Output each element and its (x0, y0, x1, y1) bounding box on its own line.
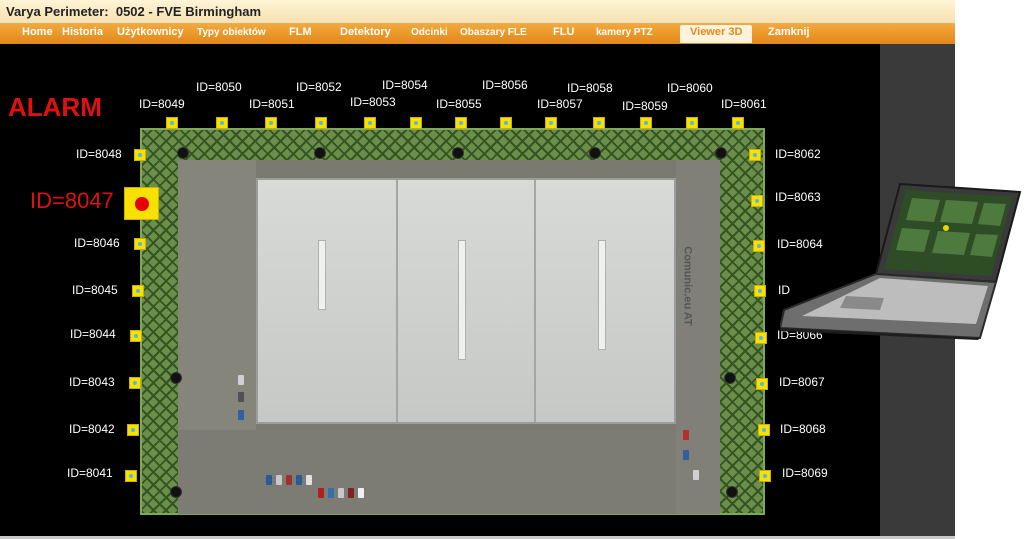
sensor-label-8042: ID=8042 (69, 422, 115, 436)
fence-post (726, 486, 738, 498)
sensor-label-8046: ID=8046 (74, 236, 120, 250)
sensor-label-8068: ID=8068 (780, 422, 826, 436)
sensor-8046[interactable] (134, 238, 146, 250)
sensor-label-8062: ID=8062 (775, 147, 821, 161)
fence-post (314, 147, 326, 159)
sensor-label-8050: ID=8050 (196, 80, 242, 94)
sensor-label-8056: ID=8056 (482, 78, 528, 92)
sensor-8048[interactable] (134, 149, 146, 161)
sensor-8061[interactable] (732, 117, 744, 129)
sensor-8051[interactable] (265, 117, 277, 129)
sensor-8064[interactable] (753, 240, 765, 252)
sensor-label-8049: ID=8049 (139, 97, 185, 111)
sensor-label-8058: ID=8058 (567, 81, 613, 95)
sensor-8047-alarm[interactable] (124, 187, 159, 220)
sensor-label-8048: ID=8048 (76, 147, 122, 161)
alarm-indicator-icon (135, 197, 149, 211)
sensor-label-8067: ID=8067 (779, 375, 825, 389)
fence-post (724, 372, 736, 384)
sensor-label-8054: ID=8054 (382, 78, 428, 92)
nav-kamery-ptz[interactable]: kamery PTZ (596, 27, 653, 38)
sensor-label-8041: ID=8041 (67, 466, 113, 480)
fence-post (170, 486, 182, 498)
nav-viewer-3d[interactable]: Viewer 3D (680, 25, 753, 43)
nav-typy-obiektow[interactable]: Typy obiektów (197, 27, 266, 38)
nav-bar: Home Historia Użytkownicy Typy obiektów … (0, 24, 955, 44)
sensor-8069[interactable] (759, 470, 771, 482)
fence-post (170, 372, 182, 384)
sensor-8045[interactable] (132, 285, 144, 297)
nav-odcinki[interactable]: Odcinki (411, 27, 448, 38)
fence-post (715, 147, 727, 159)
sensor-8065[interactable] (754, 285, 766, 297)
sensor-label-8044: ID=8044 (70, 327, 116, 341)
title-bar: Varya Perimeter: 0502 - FVE Birmingham (0, 0, 955, 24)
warehouse-roof (256, 178, 676, 424)
alarm-title: ALARM (8, 92, 102, 122)
aerial-photo: Comunic.eu AT (178, 160, 720, 514)
nav-zamknij[interactable]: Zamknij (768, 26, 810, 38)
sensor-8049[interactable] (166, 117, 178, 129)
sensor-8053[interactable] (364, 117, 376, 129)
sensor-8062[interactable] (749, 149, 761, 161)
sensor-8067[interactable] (756, 378, 768, 390)
sensor-8060[interactable] (686, 117, 698, 129)
laptop-icon (780, 182, 1022, 340)
sensor-8041[interactable] (125, 470, 137, 482)
fence-post (589, 147, 601, 159)
sensor-label-8052: ID=8052 (296, 80, 342, 94)
nav-home[interactable]: Home (22, 26, 53, 38)
nav-uzytkownicy[interactable]: Użytkownicy (117, 26, 184, 38)
sensor-8063[interactable] (751, 195, 763, 207)
roof-lettering: Comunic.eu AT (681, 246, 694, 326)
sensor-8057[interactable] (545, 117, 557, 129)
sensor-label-8047-alarm: ID=8047 (30, 188, 114, 213)
nav-flu[interactable]: FLU (553, 26, 574, 38)
sensor-label-8060: ID=8060 (667, 81, 713, 95)
nav-detektory[interactable]: Detektory (340, 26, 391, 38)
sensor-label-8059: ID=8059 (622, 99, 668, 113)
sensor-8042[interactable] (127, 424, 139, 436)
sensor-8059[interactable] (640, 117, 652, 129)
sensor-label-8051: ID=8051 (249, 97, 295, 111)
sensor-label-8053: ID=8053 (350, 95, 396, 109)
sensor-label-8057: ID=8057 (537, 97, 583, 111)
app-window: Varya Perimeter: 0502 - FVE Birmingham H… (0, 0, 1024, 539)
fence-post (452, 147, 464, 159)
fence-post (177, 147, 189, 159)
nav-flm[interactable]: FLM (289, 26, 312, 38)
sensor-8043[interactable] (129, 377, 141, 389)
sensor-8052[interactable] (315, 117, 327, 129)
sensor-8056[interactable] (500, 117, 512, 129)
sensor-label-8043: ID=8043 (69, 375, 115, 389)
nav-historia[interactable]: Historia (62, 26, 103, 38)
sensor-8068[interactable] (758, 424, 770, 436)
sensor-8066[interactable] (755, 332, 767, 344)
window-title: Varya Perimeter: 0502 - FVE Birmingham (6, 4, 262, 19)
sensor-label-8061: ID=8061 (721, 97, 767, 111)
sensor-8050[interactable] (216, 117, 228, 129)
sensor-8058[interactable] (593, 117, 605, 129)
sensor-8055[interactable] (455, 117, 467, 129)
sensor-label-8055: ID=8055 (436, 97, 482, 111)
nav-obaszary-fle[interactable]: Obaszary FLE (460, 27, 527, 38)
sensor-label-8045: ID=8045 (72, 283, 118, 297)
sensor-8054[interactable] (410, 117, 422, 129)
sensor-label-8069: ID=8069 (782, 466, 828, 480)
sensor-8044[interactable] (130, 330, 142, 342)
